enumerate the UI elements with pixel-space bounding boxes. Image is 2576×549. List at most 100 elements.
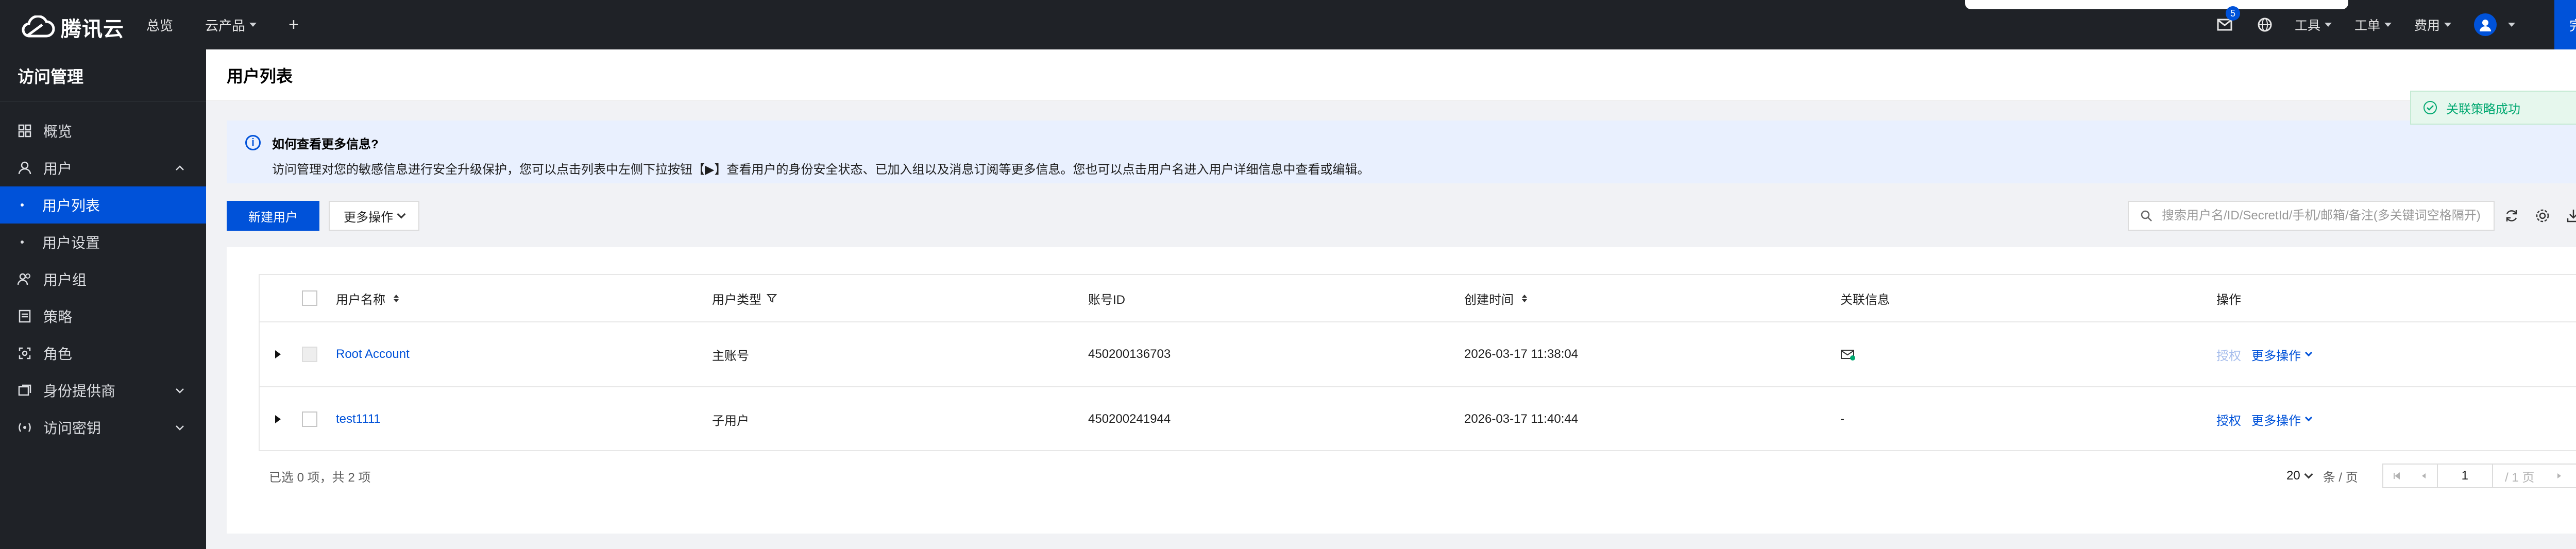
brand-name: 腾讯云 (61, 18, 124, 41)
global-button[interactable] (2255, 14, 2275, 35)
account-menu[interactable] (2474, 13, 2515, 36)
sidebar-item-label: 用户列表 (42, 198, 100, 214)
page-size-unit: 条 / 页 (2323, 470, 2358, 485)
user-table: 用户名称 用户类型 账号ID 创建时间 关联信息 操作 Root Account… (259, 274, 2576, 451)
settings-button[interactable] (2534, 207, 2551, 225)
nav-cloud-products-label: 云产品 (205, 18, 246, 33)
column-label: 用户类型 (712, 293, 761, 307)
column-header-user-type[interactable]: 用户类型 (712, 275, 777, 321)
chevron-down-icon (176, 388, 184, 393)
sidebar-item-user-settings[interactable]: 用户设置 (0, 224, 206, 261)
expand-row-button[interactable] (275, 387, 281, 451)
menu-billing-label: 费用 (2414, 19, 2440, 33)
sidebar-item-label: 用户组 (43, 272, 87, 288)
selection-summary: 已选 0 项，共 2 项 (269, 470, 371, 485)
sidebar-item-overview[interactable]: 概览 (0, 112, 206, 149)
row-actions: 授权 更多操作 (2216, 387, 2313, 451)
sidebar-item-access-keys[interactable]: 访问密钥 (0, 409, 206, 446)
page-size-select[interactable]: 20 条 / 页 (2286, 451, 2358, 501)
page-number-input[interactable]: 1 (2436, 465, 2493, 487)
tencent-cloud-logo[interactable]: 腾讯云 (20, 12, 124, 42)
sidebar: 访问管理 概览 用户 用户列表 用户设置 用户组 策略 角色 身份提供商 访问密… (0, 49, 206, 549)
complete-registration-button[interactable]: 完成注册 (2554, 0, 2576, 49)
column-header-account-id: 账号ID (1088, 275, 1125, 321)
sort-icon[interactable] (394, 294, 399, 302)
prev-page-button[interactable] (2410, 465, 2437, 487)
bullet-icon (21, 203, 24, 207)
sidebar-item-label: 身份提供商 (43, 383, 116, 399)
nav-cloud-products[interactable]: 云产品 (205, 15, 257, 35)
nav-overview[interactable]: 总览 (146, 15, 173, 35)
mail-button[interactable]: 5 (2214, 6, 2240, 35)
download-button[interactable] (2565, 207, 2576, 225)
next-page-button[interactable] (2547, 465, 2573, 487)
sidebar-item-policies[interactable]: 策略 (0, 298, 206, 335)
user-type: 主账号 (712, 349, 749, 363)
identity-provider-icon (18, 383, 32, 398)
last-page-button[interactable] (2573, 465, 2576, 487)
username-link[interactable]: Root Account (336, 322, 410, 386)
menu-billing[interactable]: 费用 (2414, 15, 2451, 34)
page-title: 用户列表 (206, 49, 2576, 101)
expand-row-button[interactable] (275, 322, 281, 386)
search-input[interactable] (2162, 209, 2492, 223)
avatar (2474, 13, 2497, 36)
user-search-box[interactable] (2128, 201, 2495, 231)
next-page-icon (2557, 473, 2562, 478)
checkbox (302, 347, 317, 362)
sidebar-item-roles[interactable]: 角色 (0, 335, 206, 372)
policy-icon (18, 309, 32, 323)
grid-icon (18, 124, 32, 138)
associated-info-empty: - (1840, 412, 1844, 426)
info-text: 访问管理对您的敏感信息进行安全升级保护，您可以点击列表中左侧下拉按钮【▶】查看用… (272, 163, 1370, 177)
sidebar-item-user-groups[interactable]: 用户组 (0, 261, 206, 298)
prev-page-icon (2421, 473, 2426, 478)
chevron-down-icon (2304, 470, 2313, 479)
sort-icon[interactable] (1522, 294, 1527, 302)
checkbox[interactable] (302, 290, 317, 306)
sidebar-item-label: 策略 (43, 309, 73, 325)
sidebar-item-identity-providers[interactable]: 身份提供商 (0, 372, 206, 409)
filter-icon[interactable] (767, 293, 777, 303)
more-actions-link[interactable]: 更多操作 (2251, 346, 2301, 364)
search-icon (2141, 210, 2152, 221)
row-checkbox (302, 322, 317, 386)
chevron-down-icon (2304, 349, 2313, 357)
username-link[interactable]: test1111 (336, 387, 381, 451)
column-header-username[interactable]: 用户名称 (336, 275, 399, 321)
column-label: 创建时间 (1464, 293, 1514, 307)
menu-tickets[interactable]: 工单 (2354, 15, 2392, 34)
column-header-created-time[interactable]: 创建时间 (1464, 275, 1527, 321)
authorize-link[interactable]: 授权 (2216, 346, 2241, 364)
sidebar-item-label: 访问密钥 (43, 420, 101, 436)
sidebar-item-label: 用户设置 (42, 235, 100, 251)
user-type: 子用户 (712, 414, 749, 428)
refresh-button[interactable] (2503, 207, 2520, 225)
more-actions-link[interactable]: 更多操作 (2251, 410, 2301, 428)
row-checkbox[interactable] (302, 387, 317, 451)
new-user-button[interactable]: 新建用户 (227, 201, 319, 231)
success-toast: 关联策略成功 × (2410, 91, 2576, 125)
menu-tools[interactable]: 工具 (2295, 15, 2332, 34)
account-id: 450200241944 (1088, 412, 1171, 426)
more-actions-dropdown[interactable]: 更多操作 (329, 201, 419, 231)
checkbox[interactable] (302, 411, 317, 427)
user-avatar-icon (2480, 20, 2491, 31)
table-toolbar: 新建用户 更多操作 (227, 201, 2576, 231)
total-pages: / 1 页 (2505, 470, 2535, 485)
authorize-link[interactable]: 授权 (2216, 410, 2241, 428)
column-label: 账号ID (1088, 293, 1125, 307)
sidebar-item-users[interactable]: 用户 (0, 149, 206, 186)
nav-add-button[interactable]: + (289, 15, 299, 35)
info-icon: i (245, 135, 261, 150)
sidebar-item-user-list[interactable]: 用户列表 (0, 186, 206, 224)
globe-icon (2258, 18, 2272, 32)
chevron-down-icon (2324, 23, 2332, 27)
column-header-actions: 操作 (2216, 275, 2241, 321)
first-page-button[interactable] (2383, 465, 2410, 487)
associated-mail[interactable] (1840, 322, 1856, 386)
sidebar-item-label: 角色 (43, 346, 73, 362)
chevron-down-icon (2444, 23, 2451, 27)
more-actions-label: 更多操作 (344, 210, 393, 225)
select-all-checkbox[interactable] (302, 275, 317, 321)
